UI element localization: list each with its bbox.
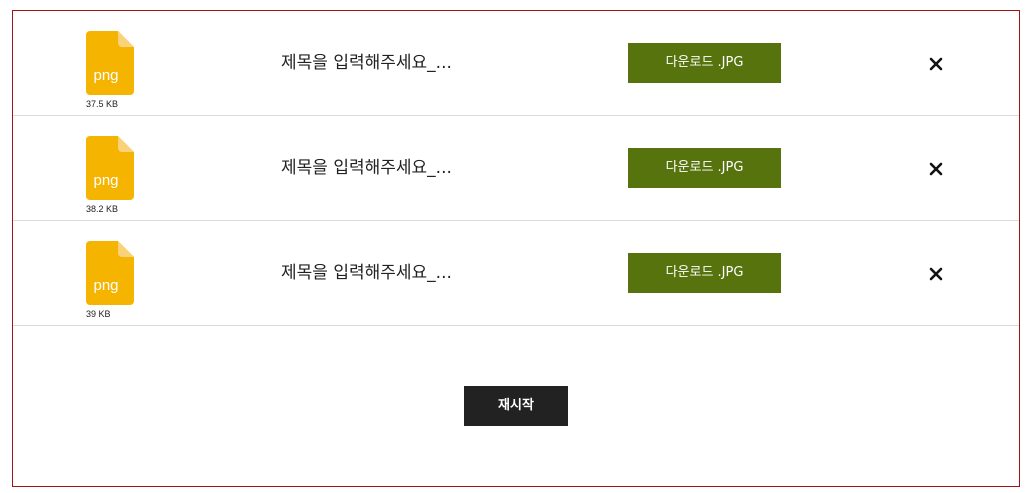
file-extension-label: png <box>93 172 119 189</box>
file-extension-label: png <box>93 67 119 84</box>
close-icon <box>929 162 943 176</box>
file-size: 39 KB <box>86 309 111 319</box>
download-button[interactable]: 다운로드 .JPG <box>628 253 781 293</box>
download-button[interactable]: 다운로드 .JPG <box>628 148 781 188</box>
file-row: png 37.5 KB 제목을 입력해주세요_... 다운로드 .JPG <box>13 11 1019 116</box>
file-title-input[interactable]: 제목을 입력해주세요_... <box>281 49 501 77</box>
close-icon <box>929 267 943 281</box>
file-size: 38.2 KB <box>86 204 119 214</box>
file-title-input[interactable]: 제목을 입력해주세요_... <box>281 154 501 182</box>
file-icon: png <box>86 241 134 305</box>
remove-file-button[interactable] <box>924 262 948 286</box>
file-icon: png <box>86 136 134 200</box>
file-extension-label: png <box>93 277 119 294</box>
file-icon: png <box>86 31 134 95</box>
restart-button[interactable]: 재시작 <box>464 386 568 426</box>
download-button[interactable]: 다운로드 .JPG <box>628 43 781 83</box>
remove-file-button[interactable] <box>924 52 948 76</box>
converted-files-panel: png 37.5 KB 제목을 입력해주세요_... 다운로드 .JPG png… <box>12 10 1020 487</box>
file-row: png 39 KB 제목을 입력해주세요_... 다운로드 .JPG <box>13 221 1019 326</box>
file-row: png 38.2 KB 제목을 입력해주세요_... 다운로드 .JPG <box>13 116 1019 221</box>
remove-file-button[interactable] <box>924 157 948 181</box>
file-size: 37.5 KB <box>86 99 119 109</box>
close-icon <box>929 57 943 71</box>
file-title-input[interactable]: 제목을 입력해주세요_... <box>281 259 501 287</box>
